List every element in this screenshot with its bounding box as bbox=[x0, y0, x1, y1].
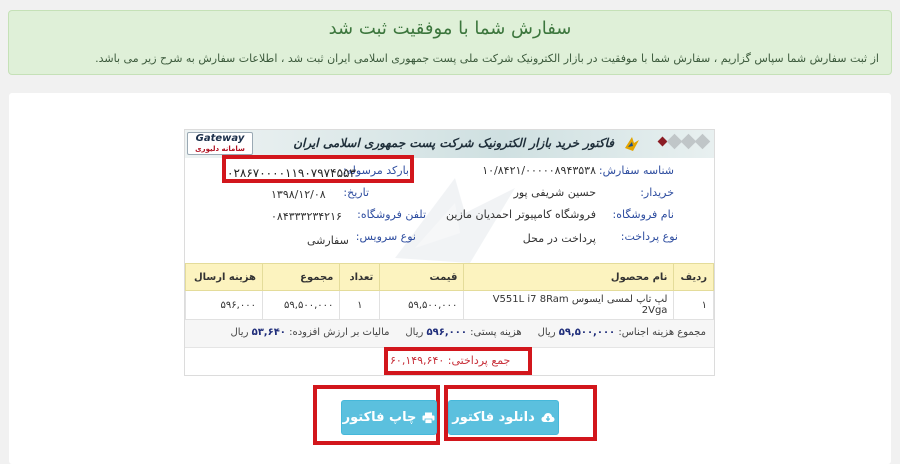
cell-row: ۱ bbox=[673, 290, 714, 320]
goods-cost-unit: ریال bbox=[537, 327, 556, 338]
cell-product: لپ تاپ لمسی ایسوس V551L i7 8Ram 2Vga bbox=[463, 290, 675, 320]
postal-cost-unit: ریال bbox=[405, 327, 424, 338]
total-highlight-box bbox=[384, 347, 532, 375]
download-invoice-button[interactable]: دانلود فاکتور bbox=[448, 400, 559, 435]
col-total-header: مجموع bbox=[261, 263, 341, 291]
invoice-header: فاکتور خرید بازار الکترونیک شرکت پست جمه… bbox=[185, 130, 714, 158]
gateway-logo-subtext: سامانه دلیوری bbox=[195, 145, 245, 153]
alert-title: سفارش شما با موفقیت ثبت شد bbox=[328, 18, 572, 39]
vat-unit: ریال bbox=[230, 327, 249, 338]
print-invoice-button[interactable]: چاپ فاکتور bbox=[341, 400, 437, 435]
postal-cost-label: هزینه پستی: bbox=[470, 327, 522, 338]
table-header-row: ردیف نام محصول قیمت تعداد مجموع هزینه ار… bbox=[185, 263, 714, 291]
download-invoice-label: دانلود فاکتور bbox=[452, 410, 535, 425]
buyer-label: خریدار: bbox=[640, 186, 674, 199]
cost-summary: مجموع هزینه اجناس: ۵۹,۵۰۰,۰۰۰ ریال هزینه… bbox=[185, 320, 714, 348]
col-row-header: ردیف bbox=[673, 263, 714, 291]
store-phone-value: ۰۸۴۳۳۳۲۳۴۲۱۶ bbox=[271, 210, 342, 223]
postal-cost-value: ۵۹۶,۰۰۰ bbox=[426, 327, 467, 338]
cell-total: ۵۹,۵۰۰,۰۰۰ bbox=[261, 290, 341, 320]
order-id-value: ۱۰/۸۴۲۱/۰۰۰۰۰۸۹۴۳۵۳۸ bbox=[482, 164, 596, 177]
col-qty-header: تعداد bbox=[339, 263, 381, 291]
barcode-highlight-box bbox=[222, 155, 414, 183]
service-type-label: نوع سرویس: bbox=[355, 230, 416, 243]
date-label: تاریخ: bbox=[343, 186, 369, 199]
cloud-download-icon bbox=[541, 412, 555, 422]
cost-summary-line: مجموع هزینه اجناس: ۵۹,۵۰۰,۰۰۰ ریال هزینه… bbox=[230, 327, 706, 338]
buyer-value: حسین شریفی پور bbox=[513, 186, 596, 199]
payment-type-value: پرداخت در محل bbox=[522, 232, 596, 245]
order-id-label: شناسه سفارش: bbox=[598, 164, 674, 177]
goods-cost-label: مجموع هزینه اجناس: bbox=[618, 327, 706, 338]
alert-text: از ثبت سفارش شما سپاس گزاریم ، سفارش شما… bbox=[95, 52, 879, 65]
table-row: ۱ لپ تاپ لمسی ایسوس V551L i7 8Ram 2Vga ۵… bbox=[185, 290, 714, 320]
cell-qty: ۱ bbox=[339, 290, 381, 320]
success-alert: سفارش شما با موفقیت ثبت شد از ثبت سفارش … bbox=[8, 10, 892, 75]
cell-shipping: ۵۹۶,۰۰۰ bbox=[185, 290, 263, 320]
store-name-value: فروشگاه کامپیوتر احمدیان مازین bbox=[446, 208, 596, 221]
gateway-logo: Gateway سامانه دلیوری bbox=[187, 132, 253, 155]
diamond-decoration-icon bbox=[657, 133, 711, 150]
col-price-header: قیمت bbox=[379, 263, 465, 291]
vat-value: ۵۳,۶۴۰ bbox=[251, 327, 286, 338]
store-name-label: نام فروشگاه: bbox=[612, 208, 674, 221]
items-table: ردیف نام محصول قیمت تعداد مجموع هزینه ار… bbox=[185, 263, 714, 320]
gateway-logo-text: Gateway bbox=[195, 133, 245, 144]
cell-price: ۵۹,۵۰۰,۰۰۰ bbox=[379, 290, 465, 320]
vat-label: مالیات بر ارزش افزوده: bbox=[289, 327, 390, 338]
post-logo-icon bbox=[625, 137, 639, 151]
col-shipping-header: هزینه ارسال bbox=[185, 263, 263, 291]
service-type-value: سفارشی bbox=[307, 234, 349, 247]
goods-cost-value: ۵۹,۵۰۰,۰۰۰ bbox=[558, 327, 616, 338]
invoice-title: فاکتور خرید بازار الکترونیک شرکت پست جمه… bbox=[293, 136, 614, 150]
printer-icon bbox=[422, 412, 435, 424]
store-phone-label: تلفن فروشگاه: bbox=[357, 208, 426, 221]
print-invoice-label: چاپ فاکتور bbox=[342, 410, 417, 425]
payment-type-label: نوع پرداخت: bbox=[620, 230, 678, 243]
date-value: ۱۳۹۸/۱۲/۰۸ bbox=[271, 188, 326, 201]
col-product-header: نام محصول bbox=[463, 263, 675, 291]
